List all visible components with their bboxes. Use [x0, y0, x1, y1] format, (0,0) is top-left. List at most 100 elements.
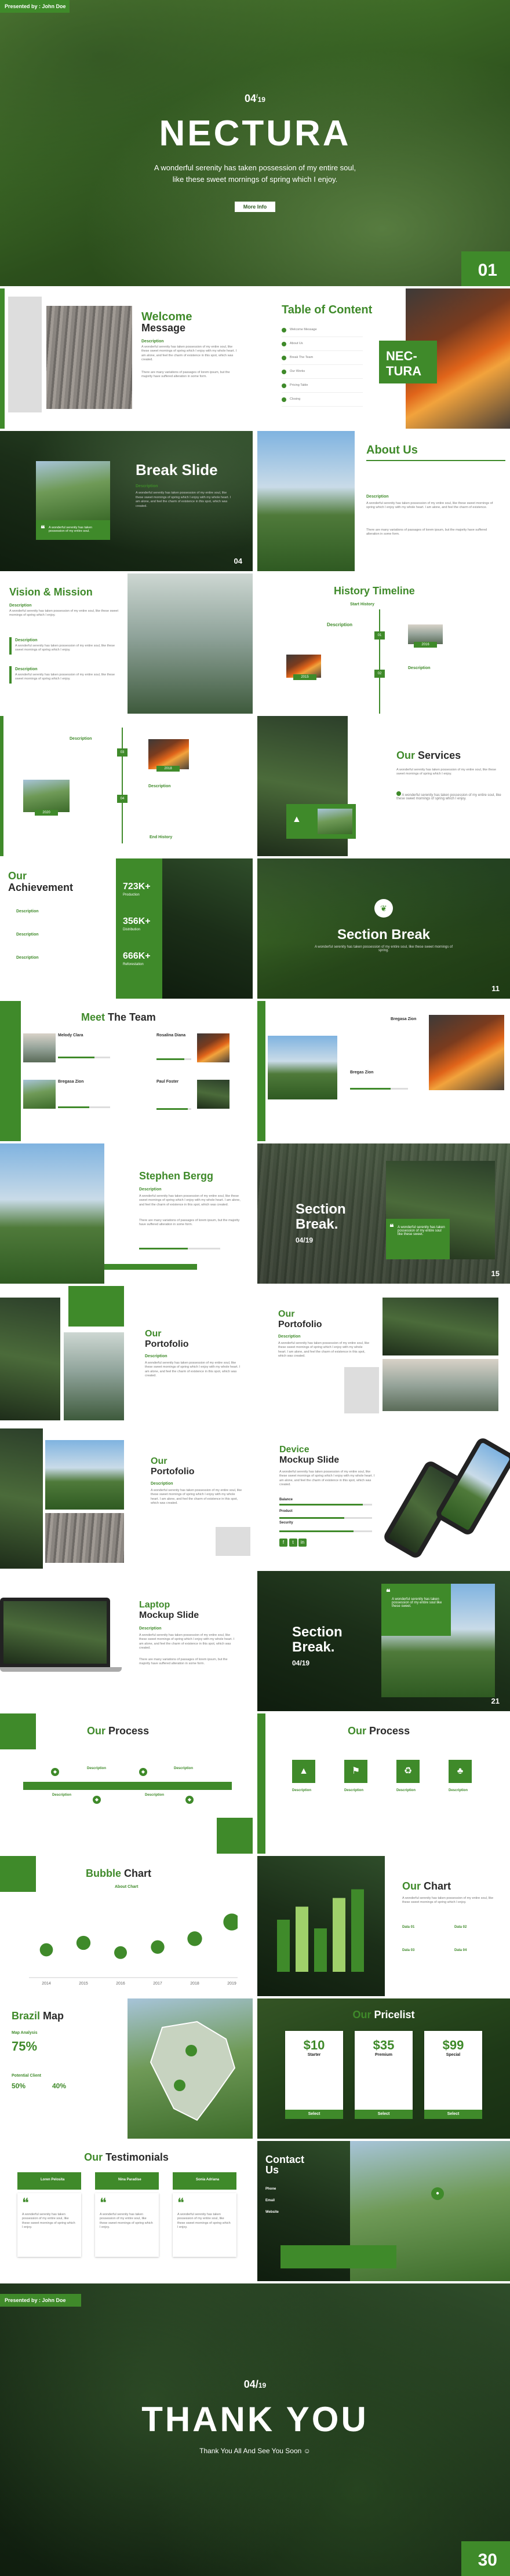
thanks-sub: Thank You All And See You Soon ☺ [199, 2447, 311, 2455]
laptop-body-2: There are many variations of passages of… [139, 1658, 228, 1666]
welcome-title-2: Message [141, 322, 186, 334]
skill-bar [350, 1088, 408, 1090]
more-info-button[interactable]: More Info [235, 202, 275, 212]
laptop-base [0, 1667, 122, 1672]
chart-sub: About Chart [115, 1885, 139, 1889]
history-sub: Description [327, 622, 353, 627]
bubble [223, 1913, 238, 1931]
section-title-1: Section [296, 1201, 346, 1217]
profile-name: Stephen Bergg [139, 1170, 214, 1182]
year-label: 2015 [293, 674, 316, 680]
bar [314, 1928, 327, 1972]
price-card: $35 Premium [355, 2031, 413, 2110]
toc-slide: Table of Content Welcome Message About U… [257, 288, 510, 429]
price-card: $10 Starter [285, 2031, 343, 2110]
testimonials-slide: Our Testimonials Loren Pelosita Nina Par… [0, 2141, 253, 2281]
address-box [280, 2245, 396, 2268]
laptop-sub: Description [139, 1627, 162, 1631]
accent-bar [0, 1001, 21, 1141]
select-button[interactable]: Select [355, 2110, 413, 2119]
map-sub-2: Potential Client [12, 2074, 41, 2078]
toc-item[interactable]: Closing [282, 393, 363, 407]
process-icon: ◆ [93, 1793, 101, 1804]
toc-item[interactable]: Pricing Table [282, 379, 363, 393]
presenter-label: Presented by : John Doe [5, 3, 66, 9]
flag-icon: ⚑ [344, 1760, 367, 1783]
bar [296, 1906, 308, 1972]
toc-item[interactable]: Break The Team [282, 351, 363, 365]
bullet-icon [282, 327, 286, 332]
toc-item[interactable]: Welcome Message [282, 323, 363, 337]
testimonial-card: ❝ A wonderful serenity has taken possessi… [17, 2193, 81, 2257]
vision-sub-3: Description [15, 667, 38, 671]
laptop-mockup [0, 1598, 110, 1667]
profile-body-2: There are many variations of passages of… [139, 1219, 240, 1227]
device-body: A wonderful serenity has taken possessio… [279, 1470, 375, 1487]
bar-fill [279, 1504, 363, 1506]
mountain-icon: ▲ [292, 1760, 315, 1783]
accent-strip [104, 1264, 197, 1270]
welcome-body-2: There are many variations of passages of… [141, 371, 230, 379]
team-slide: Meet The Team Melody Clara Rosalina Dian… [0, 1001, 253, 1141]
member-name: Rosalina Diana [156, 1033, 186, 1037]
team-2-slide: Bregasa Zion Bregas Zion [257, 1001, 510, 1141]
skill-bar [279, 1517, 372, 1519]
quote-icon: ❝ [100, 2195, 107, 2210]
accent-box [344, 1367, 379, 1413]
leaf-icon: ❦ [374, 899, 393, 918]
bullet-icon [282, 397, 286, 402]
break-quote: A wonderful serenity has taken possessio… [49, 526, 92, 533]
accent-box [216, 1527, 250, 1556]
testimonial-card: ❝ A wonderful serenity has taken possessi… [173, 2193, 236, 2257]
toc-title: Table of Content [282, 304, 373, 316]
contact-title-2: Us [265, 2164, 279, 2176]
skill-bar [58, 1106, 110, 1108]
portfolio-image [382, 1359, 498, 1411]
history-image [148, 739, 189, 769]
thanks-title: THANK YOU [141, 2400, 369, 2439]
device-title-1: Device [279, 1445, 309, 1455]
select-button[interactable]: Select [424, 2110, 482, 2119]
check-icon [396, 791, 401, 796]
history-start: Start History [350, 602, 375, 606]
portfolio-title-1: Our [278, 1309, 295, 1319]
toc-item[interactable]: About Us [282, 337, 363, 351]
price-value: $99 [442, 2038, 464, 2052]
tree-icon: ▲ [292, 814, 301, 824]
bullet-icon [282, 369, 286, 374]
title-rule [366, 460, 505, 461]
step-marker: 03 [117, 748, 128, 757]
accent-box [68, 1286, 124, 1327]
member-name: Bregasa Zion [58, 1080, 84, 1084]
page-number: 30 [478, 2551, 497, 2570]
tick-label: 2015 [79, 1982, 88, 1986]
bar-label: Product [279, 1510, 293, 1513]
page-number: 21 [491, 1697, 500, 1705]
corner-accent [0, 1713, 36, 1749]
member-photo [268, 1036, 337, 1099]
step-label: Description [292, 1789, 312, 1792]
device-title-2: Mockup Slide [279, 1455, 340, 1465]
skill-bar [279, 1504, 372, 1506]
tick-label: 2014 [42, 1982, 51, 1986]
laptop-title-2: Mockup Slide [139, 1610, 199, 1620]
quote-box [381, 1584, 451, 1636]
map-pct: 40% [52, 2082, 67, 2090]
plan-name: Premium [375, 2053, 392, 2057]
cover-tagline-1: A wonderful serenity has taken possessio… [154, 163, 356, 172]
tree-icon: ♣ [449, 1760, 472, 1783]
skill-bar [279, 1530, 372, 1532]
toc-item[interactable]: Our Works [282, 365, 363, 379]
portfolio-3-slide: Our Portofolio Description A wonderful s… [0, 1428, 253, 1569]
price-value: $35 [373, 2038, 395, 2052]
step-label: Description [344, 1789, 364, 1792]
plan-name: Special [446, 2053, 461, 2057]
bar [351, 1889, 364, 1972]
about-body: A wonderful serenity has taken possessio… [366, 502, 493, 510]
toc-list: Welcome Message About Us Break The Team … [282, 323, 363, 407]
service-item: A wonderful serenity has taken possessio… [396, 791, 510, 801]
select-button[interactable]: Select [285, 2110, 343, 2119]
testimonial-card: ❝ A wonderful serenity has taken possessi… [95, 2193, 159, 2257]
quote-icon: ❝ [22, 2195, 29, 2210]
process-arrow [23, 1782, 232, 1790]
